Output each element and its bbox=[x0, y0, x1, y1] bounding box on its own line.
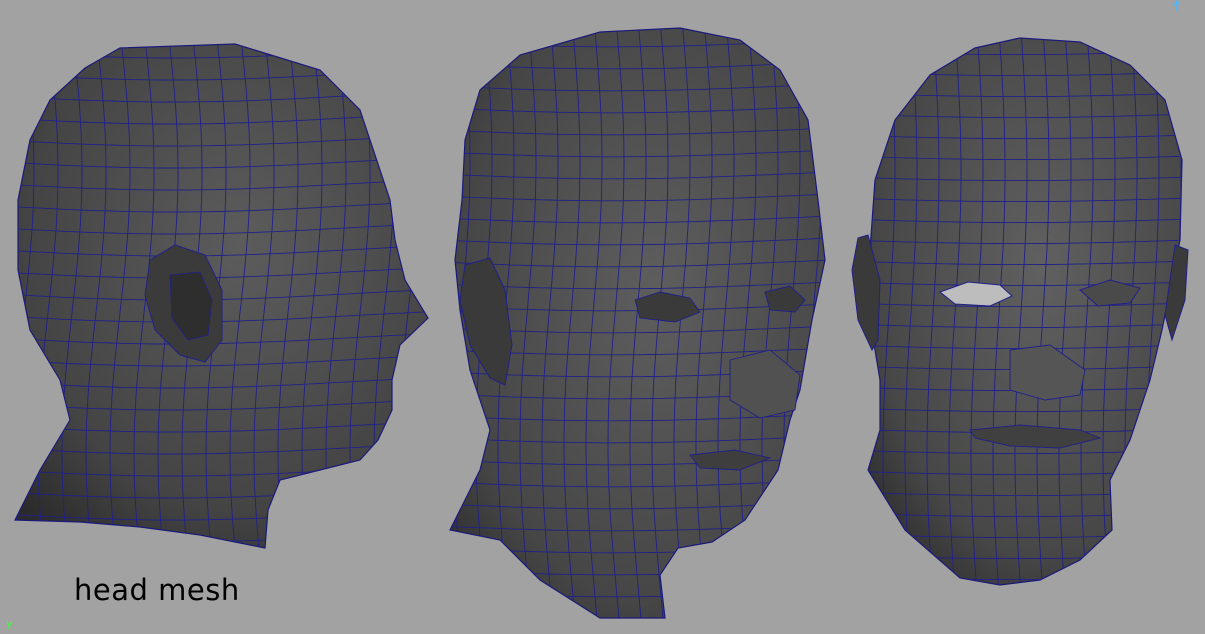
axis-y-label: y bbox=[6, 617, 13, 630]
caption-label: head mesh bbox=[74, 573, 240, 607]
axis-indicator-icon bbox=[1173, 0, 1181, 11]
maya-viewport[interactable]: head mesh y bbox=[0, 0, 1205, 634]
head-mesh-front bbox=[851, 37, 1189, 586]
